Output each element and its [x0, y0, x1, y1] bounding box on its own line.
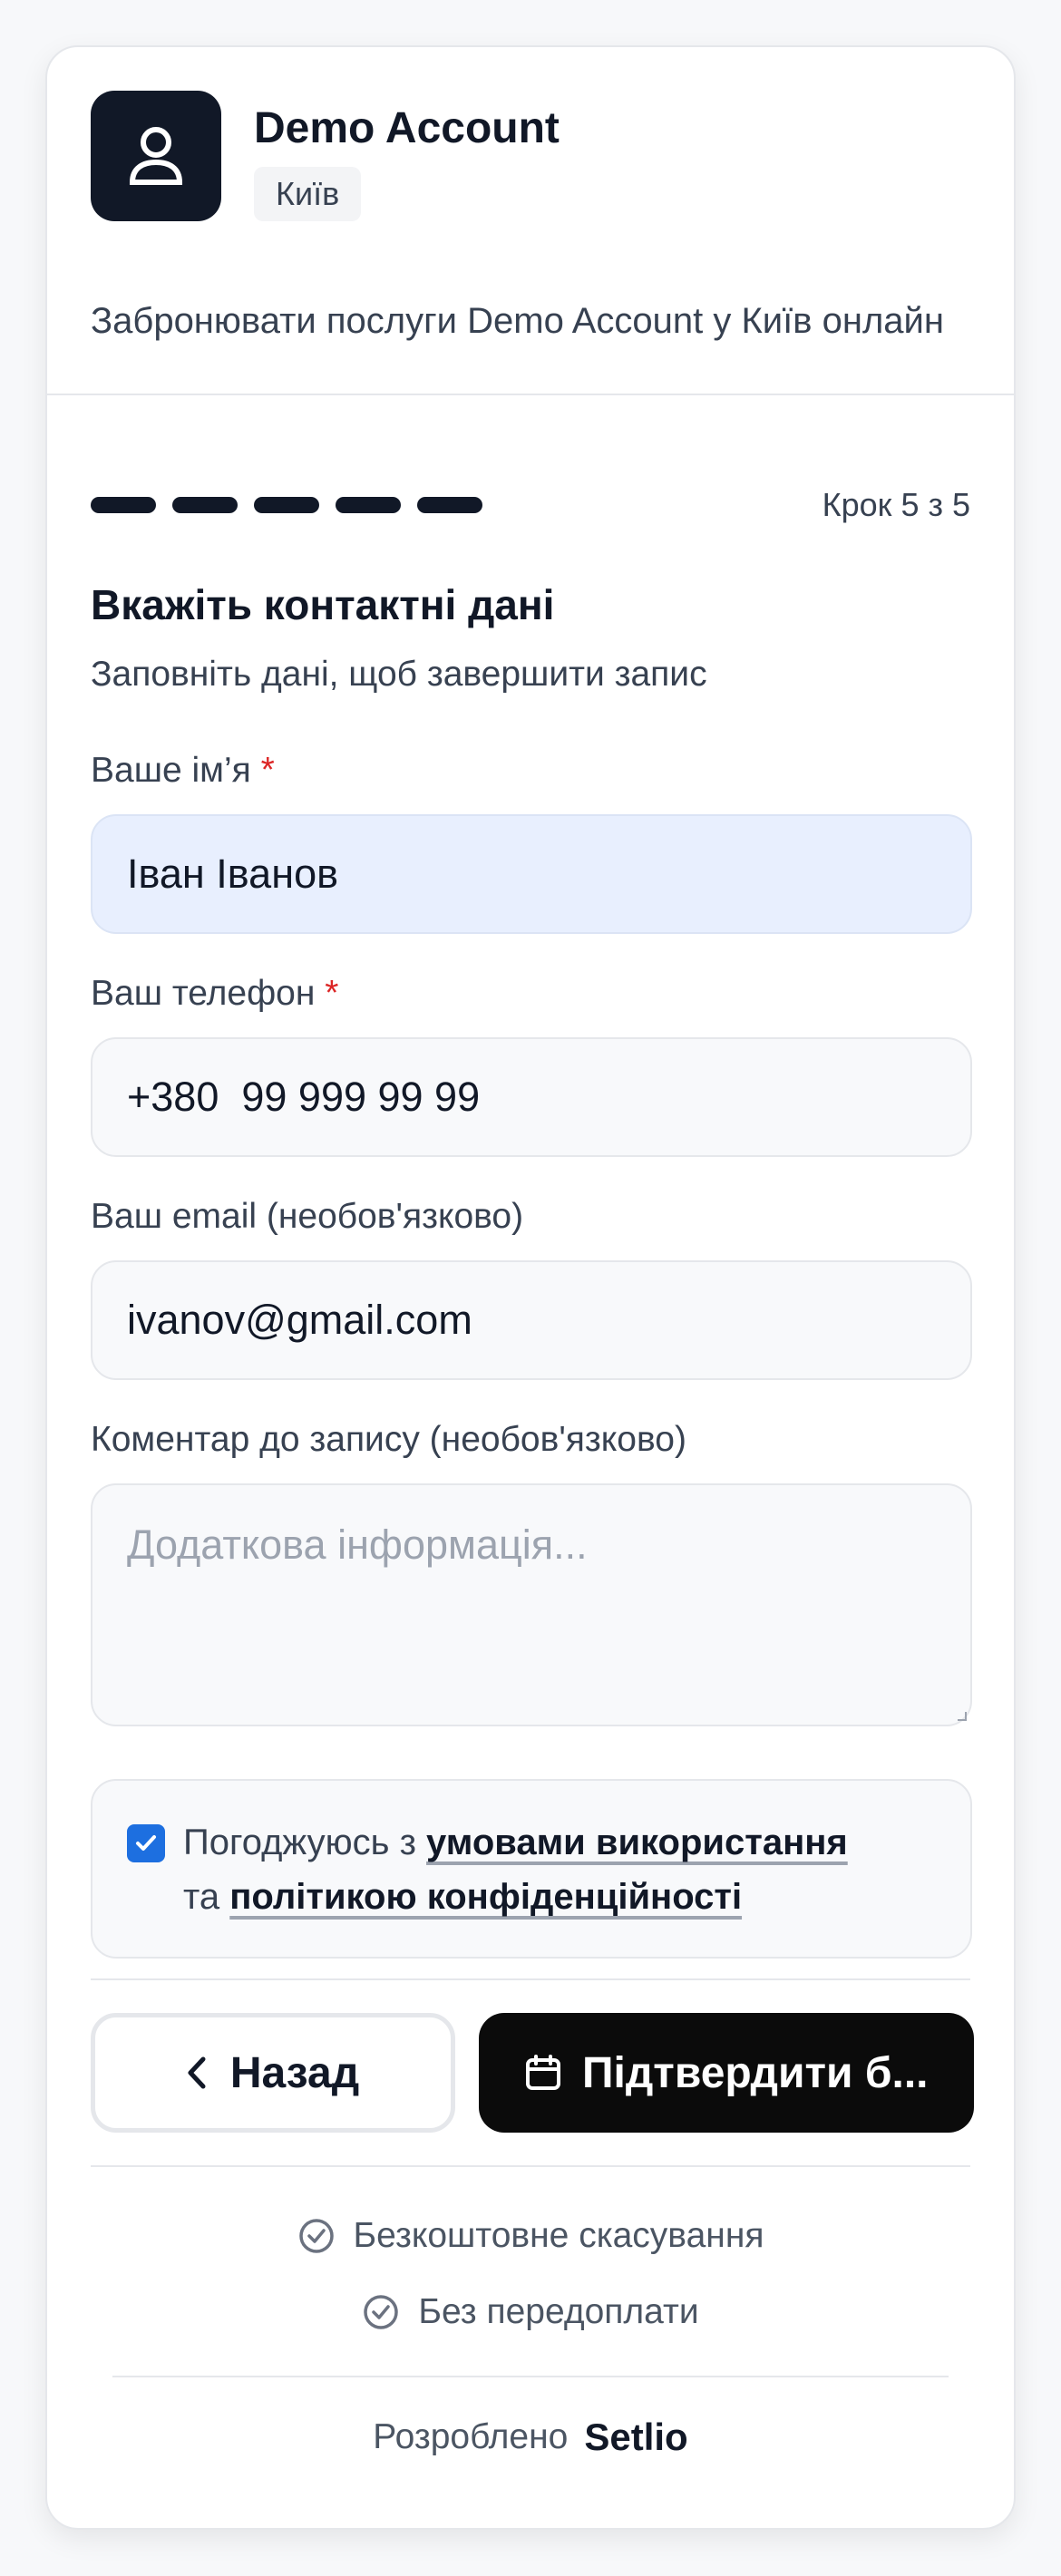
progress-step [254, 497, 319, 513]
email-input[interactable]: ivanov@gmail.com [91, 1260, 972, 1380]
consent-box: Погоджуюсь з умовами використання та пол… [91, 1779, 972, 1959]
divider [91, 2165, 970, 2167]
checkmark-icon [136, 1835, 156, 1851]
powered-by: Розроблено Setlio [47, 2416, 1014, 2459]
divider [112, 2376, 949, 2377]
consent-prefix: Погоджуюсь з [183, 1823, 416, 1862]
divider [47, 394, 1014, 395]
terms-link[interactable]: умовами використання [426, 1823, 848, 1862]
confirm-booking-button[interactable]: Підтвердити б... [479, 2013, 974, 2133]
calendar-icon [526, 2055, 560, 2090]
brand-link[interactable]: Setlio [584, 2416, 687, 2459]
comment-textarea[interactable]: Додаткова інформація... [91, 1483, 972, 1726]
resize-handle[interactable] [958, 1712, 967, 1721]
required-mark: * [325, 974, 339, 1013]
email-input-value: ivanov@gmail.com [127, 1297, 472, 1343]
step-counter: Крок 5 з 5 [822, 486, 970, 523]
consent-text: Погоджуюсь з умовами використання та пол… [183, 1815, 945, 1924]
feature-free-cancellation: Безкоштовне скасування [47, 2216, 1014, 2256]
booking-card: Demo Account Київ Забронювати послуги De… [45, 45, 1016, 2530]
phone-input[interactable]: +380 99 999 99 99 [91, 1037, 972, 1157]
powered-by-text: Розроблено [373, 2417, 569, 2456]
check-circle-icon [298, 2219, 334, 2253]
required-mark: * [260, 751, 275, 790]
form-title: Вкажіть контактні дані [91, 581, 555, 628]
back-button-label: Назад [229, 2048, 360, 2097]
name-input-value: Іван Іванов [127, 851, 338, 897]
email-label: Ваш email (необов'язково) [91, 1197, 524, 1236]
divider [91, 1978, 970, 1980]
feature-label: Без передоплати [418, 2292, 699, 2331]
feature-label: Безкоштовне скасування [353, 2216, 764, 2255]
name-label: Ваше ім’я * [91, 751, 275, 791]
progress-step [172, 497, 238, 513]
consent-middle: та [183, 1877, 220, 1917]
confirm-button-label: Підтвердити б... [582, 2048, 929, 2097]
back-button[interactable]: Назад [91, 2013, 455, 2133]
business-subtitle: Забронювати послуги Demo Account у Київ … [91, 301, 944, 341]
progress-step [91, 497, 156, 513]
step-progress [91, 497, 482, 513]
city-badge: Київ [254, 167, 362, 221]
user-icon [129, 127, 183, 185]
name-label-text: Ваше ім’я [91, 751, 251, 790]
phone-input-value: +380 99 999 99 99 [127, 1074, 481, 1120]
check-circle-icon [364, 2295, 399, 2329]
privacy-link[interactable]: політикою конфіденційності [229, 1877, 742, 1917]
comment-label: Коментар до запису (необов'язково) [91, 1420, 686, 1459]
progress-step [336, 497, 401, 513]
phone-label-text: Ваш телефон [91, 974, 316, 1013]
business-name: Demo Account [254, 104, 560, 152]
consent-checkbox[interactable] [127, 1824, 165, 1862]
name-input[interactable]: Іван Іванов [91, 814, 972, 934]
chevron-left-icon [188, 2056, 206, 2089]
form-subtitle: Заповніть дані, щоб завершити запис [91, 655, 707, 694]
feature-no-prepayment: Без передоплати [47, 2292, 1014, 2332]
avatar [91, 91, 221, 221]
progress-step [417, 497, 482, 513]
comment-placeholder: Додаткова інформація... [127, 1521, 588, 1568]
phone-label: Ваш телефон * [91, 974, 338, 1014]
